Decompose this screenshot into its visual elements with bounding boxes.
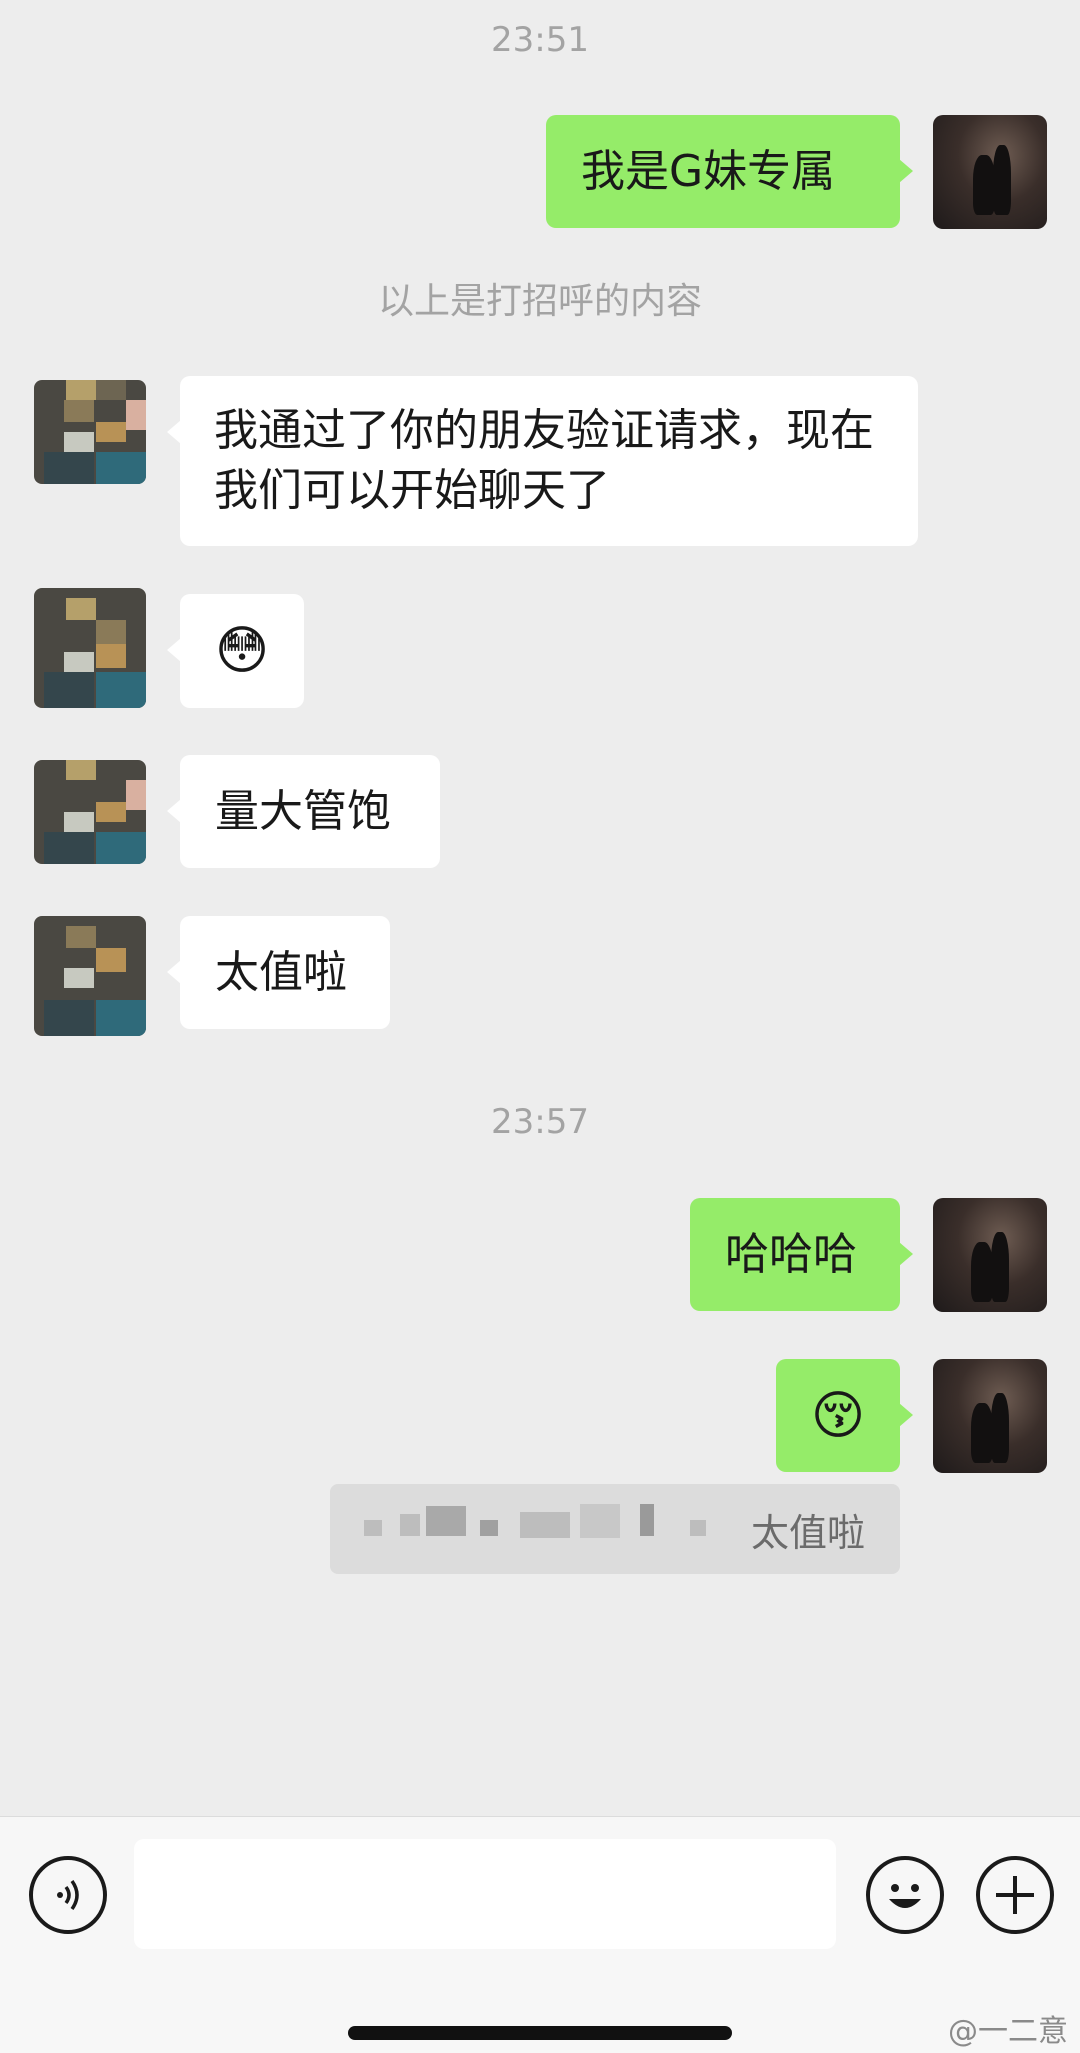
voice-icon[interactable] (29, 1856, 107, 1934)
incoming-message[interactable]: 太值啦 (167, 916, 390, 1029)
incoming-message[interactable]: 量大管饱 (167, 755, 440, 868)
contact-avatar[interactable] (34, 760, 146, 864)
message-text: 量大管饱 (215, 785, 391, 837)
message-text: 太值啦 (215, 946, 347, 998)
watermark: @一二意 (948, 2014, 1068, 2049)
my-avatar[interactable] (933, 1198, 1047, 1312)
my-avatar[interactable] (933, 115, 1047, 229)
contact-avatar[interactable] (34, 380, 146, 484)
contact-avatar[interactable] (34, 588, 146, 708)
message-input[interactable] (134, 1839, 836, 1949)
message-text: 我是G妹专属 (581, 145, 836, 197)
emoji-flushed: 😳 (214, 621, 270, 681)
timestamp: 23:57 (491, 1102, 589, 1142)
quoted-text: 太值啦 (750, 1511, 865, 1555)
outgoing-message[interactable]: 哈哈哈 (690, 1198, 913, 1311)
plus-icon[interactable] (976, 1856, 1054, 1934)
incoming-message[interactable]: 我通过了你的朋友验证请求，现在我们可以开始聊天了 (167, 376, 918, 546)
emoji-kissing: 😚 (810, 1385, 866, 1446)
outgoing-message[interactable]: 😚 (776, 1359, 913, 1472)
message-text: 哈哈哈 (725, 1228, 857, 1280)
contact-avatar[interactable] (34, 916, 146, 1036)
incoming-message[interactable]: 😳 (167, 594, 304, 708)
quoted-message[interactable]: 太值啦 (330, 1484, 900, 1574)
message-text: 我通过了你的朋友验证请求，现在我们可以开始聊天了 (214, 405, 874, 516)
outgoing-message[interactable]: 我是G妹专属 (546, 115, 913, 228)
timestamp: 23:51 (491, 20, 589, 60)
system-note: 以上是打招呼的内容 (377, 281, 702, 322)
my-avatar[interactable] (933, 1359, 1047, 1473)
emoji-icon[interactable] (866, 1856, 944, 1934)
home-indicator[interactable] (348, 2026, 732, 2040)
